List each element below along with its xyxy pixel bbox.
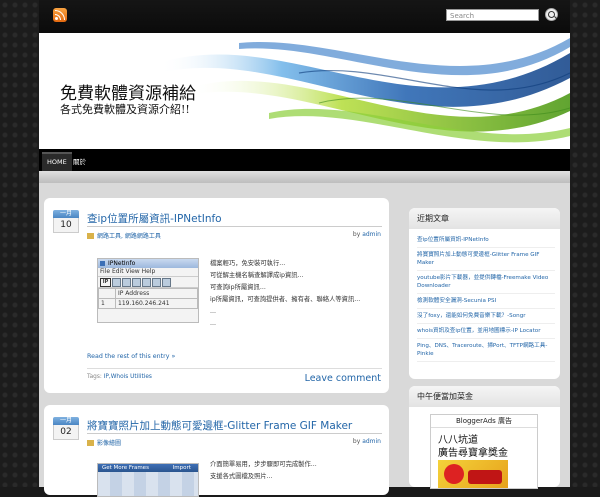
post-date-day: 10 [53, 218, 79, 233]
page-wrapper: Search 免費軟體資源補給 各式免費軟體及資源介紹!! HOME 關於 一月… [39, 0, 570, 497]
post-excerpt-line: ... [210, 308, 217, 315]
post-screenshot-glitter: Get More Frames Import [97, 463, 199, 497]
ad-widget-title: 中午便當加菜金 [409, 386, 560, 407]
screenshot-table: IP Address 1 119.160.246.241 [98, 288, 198, 309]
post-date: 一月 02 [53, 417, 79, 440]
recent-post-link[interactable]: 將寶寶照片加上動態可愛邊框-Glitter Frame GIF Maker [417, 251, 555, 271]
post-author: by admin [353, 438, 381, 445]
nav-item-about[interactable]: 關於 [68, 154, 91, 171]
post-author-prefix: by [352, 231, 363, 238]
post-date-month: 一月 [53, 210, 79, 218]
top-bar: Search [39, 0, 570, 33]
post-excerpt-line: 介面簡單易用，步步驟即可完成製作... [210, 461, 317, 468]
ad-line-2: 廣告尋寶拿獎金 [438, 448, 508, 459]
folder-icon [87, 440, 94, 446]
screenshot-col-header: IP Address [115, 288, 198, 299]
post-title-link[interactable]: 將寶寶照片加上動態可愛邊框-Glitter Frame GIF Maker [87, 418, 352, 433]
main-navigation: HOME 關於 [39, 149, 570, 171]
recent-posts-widget: 近期文章 查ip位置所屬資訊-IPNetInfo 將寶寶照片加上動態可愛邊框-G… [409, 208, 560, 379]
search-icon[interactable] [545, 8, 558, 21]
post-card: 一月 10 查ip位置所屬資訊-IPNetInfo 網路工具, 網路網路工具 b… [44, 198, 389, 393]
screenshot-toolbar: Get More Frames Import [98, 464, 198, 472]
folder-icon [87, 233, 94, 239]
post-excerpt-line: 檔案輕巧，免安裝可執行... [210, 260, 286, 267]
recent-post-link[interactable]: 檢測軟體安全漏洞-Secunia PSI [417, 297, 555, 309]
recent-post-link[interactable]: whois資訊及查ip位置，並用地圖標示-IP Locator [417, 327, 555, 339]
post-tags-link[interactable]: IP,Whois Utilities [104, 374, 152, 380]
ad-header: BloggerAds 廣告 [431, 415, 537, 428]
title-divider [87, 226, 382, 227]
post-author-link[interactable]: admin [362, 438, 381, 445]
post-tags-prefix: Tags: [87, 374, 104, 380]
post-author: by admin [353, 231, 381, 238]
nav-subbar [39, 171, 570, 183]
post-excerpt-line: ip所屬資訊，可查詢提供者、擁有者、聯絡人等資訊... [210, 296, 361, 303]
title-divider [87, 433, 382, 434]
screenshot-frames [98, 472, 198, 496]
post-excerpt-line: 可查詢ip所屬資訊... [210, 284, 266, 291]
recent-post-link[interactable]: youtube影片下載器，並提供轉檔-Freemake Video Downlo… [417, 274, 555, 294]
post-author-link[interactable]: admin [362, 231, 381, 238]
content-area: 一月 10 查ip位置所屬資訊-IPNetInfo 網路工具, 網路網路工具 b… [39, 183, 570, 497]
recent-posts-title: 近期文章 [409, 208, 560, 229]
screenshot-window-title: IPNetInfo [98, 259, 198, 268]
post-screenshot-ipnetinfo: IPNetInfo File Edit View Help IP IP Addr… [97, 258, 199, 323]
post-date-day: 02 [53, 425, 79, 440]
screenshot-row-ip: 119.160.246.241 [115, 298, 198, 309]
ad-image [438, 460, 508, 488]
post-category: 影像繪圖 [87, 438, 121, 447]
post-excerpt-line: ... [210, 320, 217, 327]
post-excerpt: 檔案輕巧，免安裝可執行... 可從解主機名稱查解譯成ip資訊... 可查詢ip所… [210, 258, 360, 330]
rss-feed-icon[interactable] [53, 8, 67, 22]
recent-post-link[interactable]: 沒了foxy，還能如何免費音樂下載？-Songr [417, 312, 555, 324]
recent-post-link[interactable]: 查ip位置所屬資訊-IPNetInfo [417, 236, 555, 248]
post-excerpt-line: 可從解主機名稱查解譯成ip資訊... [210, 272, 304, 279]
post-title-link[interactable]: 查ip位置所屬資訊-IPNetInfo [87, 211, 222, 226]
post-category-link[interactable]: 網路工具, 網路網路工具 [97, 233, 161, 240]
post-date-month: 一月 [53, 417, 79, 425]
screenshot-row-num: 1 [98, 298, 116, 309]
tags-divider [87, 368, 382, 369]
header-banner: 免費軟體資源補給 各式免費軟體及資源介紹!! [39, 33, 570, 149]
post-card: 一月 02 將寶寶照片加上動態可愛邊框-Glitter Frame GIF Ma… [44, 405, 389, 497]
post-date: 一月 10 [53, 210, 79, 233]
ad-banner[interactable]: BloggerAds 廣告 八八坑道 廣告尋寶拿獎金 [430, 414, 538, 489]
post-tags: Tags: IP,Whois Utilities [87, 374, 152, 380]
post-excerpt-line: 支援各式圖檔及照片... [210, 473, 273, 480]
leave-comment-link[interactable]: Leave comment [305, 373, 381, 384]
post-category-link[interactable]: 影像繪圖 [97, 440, 121, 447]
read-more-link[interactable]: Read the rest of this entry » [87, 353, 175, 360]
screenshot-left-label: Get More Frames [102, 465, 149, 471]
ad-widget: 中午便當加菜金 BloggerAds 廣告 八八坑道 廣告尋寶拿獎金 [409, 386, 560, 489]
screenshot-ip-button: IP [100, 278, 111, 287]
post-excerpt: 介面簡單易用，步步驟即可完成製作... 支援各式圖檔及照片... [210, 459, 317, 483]
search-input[interactable]: Search [446, 9, 539, 21]
screenshot-menu: File Edit View Help [98, 268, 198, 277]
screenshot-toolbar: IP [98, 277, 198, 288]
post-category: 網路工具, 網路網路工具 [87, 231, 161, 240]
recent-posts-list: 查ip位置所屬資訊-IPNetInfo 將寶寶照片加上動態可愛邊框-Glitte… [417, 236, 555, 365]
recent-post-link[interactable]: Ping、DNS、Traceroute、掃Port、TFTP網路工具-Pinki… [417, 342, 555, 362]
site-description: 各式免費軟體及資源介紹!! [60, 103, 190, 116]
screenshot-right-label: Import [172, 465, 191, 471]
post-author-prefix: by [352, 438, 363, 445]
